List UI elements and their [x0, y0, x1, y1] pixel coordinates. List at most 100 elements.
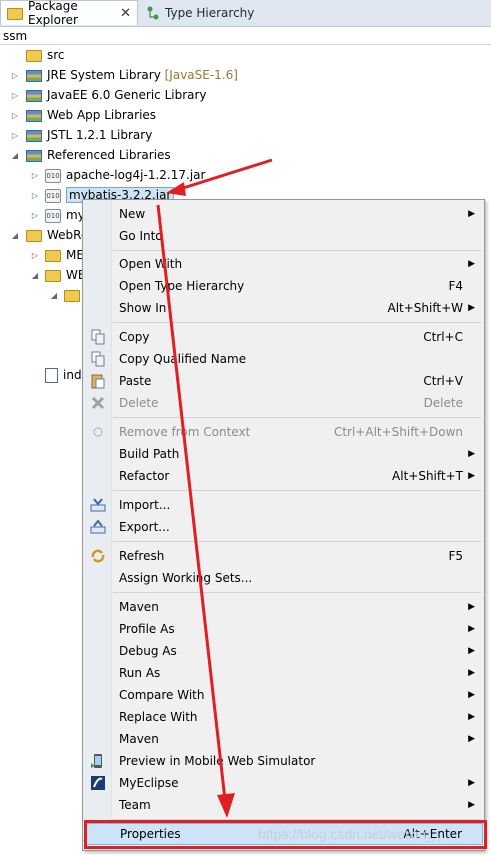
tab-package-explorer[interactable]: Package Explorer ✕: [0, 0, 138, 27]
submenu-arrow-icon: ▶: [468, 259, 475, 269]
menu-item-label: Preview in Mobile Web Simulator: [119, 754, 316, 768]
tree-item-src[interactable]: src: [26, 45, 65, 65]
menu-item-compare-with[interactable]: Compare With ▶: [84, 684, 483, 706]
view-tab-bar: Package Explorer ✕ Type Hierarchy: [0, 0, 491, 27]
expand-icon[interactable]: ▷: [30, 165, 40, 185]
library-icon: [26, 130, 42, 142]
tree-item-webapp[interactable]: Web App Libraries: [26, 105, 156, 125]
menu-item-refresh[interactable]: Refresh F5: [84, 545, 483, 567]
menu-item-label: Assign Working Sets...: [119, 571, 253, 585]
tree-item-webroot[interactable]: WebRo: [26, 225, 88, 245]
menu-item-export[interactable]: Export...: [84, 516, 483, 538]
menu-item-copy[interactable]: Copy Ctrl+C: [84, 326, 483, 348]
menu-item-build-path[interactable]: Build Path ▶: [84, 443, 483, 465]
menu-separator: [113, 490, 481, 491]
submenu-arrow-icon: ▶: [468, 449, 475, 459]
menu-item-paste[interactable]: Paste Ctrl+V: [84, 370, 483, 392]
menu-item-maven-2[interactable]: Maven ▶: [84, 728, 483, 750]
menu-item-delete[interactable]: Delete Delete: [84, 392, 483, 414]
submenu-arrow-icon: ▶: [468, 303, 475, 313]
collapse-icon[interactable]: ◢: [10, 225, 20, 245]
menu-item-label: Refresh: [119, 549, 165, 563]
collapse-icon[interactable]: ◢: [10, 145, 20, 165]
menu-separator: [113, 322, 481, 323]
tree-item-webinf[interactable]: WE: [45, 265, 85, 285]
tree-item-jstl[interactable]: JSTL 1.2.1 Library: [26, 125, 152, 145]
menu-item-open-with[interactable]: Open With ▶: [84, 253, 483, 275]
menu-item-open-type-hierarchy[interactable]: Open Type Hierarchy F4: [84, 275, 483, 297]
menu-item-shortcut: Delete: [423, 396, 463, 410]
menu-item-label: Show In: [119, 301, 167, 315]
menu-item-label: MyEclipse: [119, 776, 179, 790]
tree-item-metainf[interactable]: ME: [45, 245, 84, 265]
tree-item-label: Referenced Libraries: [47, 148, 171, 162]
context-menu: New ▶ Go Into Open With ▶ Open Type Hier…: [82, 199, 485, 851]
menu-item-go-into[interactable]: Go Into: [84, 225, 483, 247]
export-icon: [90, 519, 106, 534]
submenu-arrow-icon: ▶: [468, 712, 475, 722]
paste-icon: [91, 374, 105, 389]
tree-item-referenced-libraries[interactable]: Referenced Libraries: [26, 145, 171, 165]
copy-qualified-name-icon: [91, 351, 105, 367]
package-folder-icon: [26, 50, 42, 62]
menu-item-label: Delete: [119, 396, 159, 410]
tree-item-javaee[interactable]: JavaEE 6.0 Generic Library: [26, 85, 207, 105]
tree-item-label: JavaEE 6.0 Generic Library: [47, 88, 207, 102]
menu-item-label: Copy: [119, 330, 150, 344]
submenu-arrow-icon: ▶: [468, 734, 475, 744]
menu-item-team[interactable]: Team ▶: [84, 794, 483, 816]
menu-item-debug-as[interactable]: Debug As ▶: [84, 640, 483, 662]
expand-icon[interactable]: ▷: [10, 105, 20, 125]
menu-item-show-in[interactable]: Show In Alt+Shift+W ▶: [84, 297, 483, 319]
jar-icon: 010: [45, 208, 61, 223]
menu-item-replace-with[interactable]: Replace With ▶: [84, 706, 483, 728]
close-icon[interactable]: ✕: [120, 6, 131, 21]
expand-icon[interactable]: ▷: [10, 65, 20, 85]
menu-item-import[interactable]: Import...: [84, 494, 483, 516]
breadcrumb[interactable]: ssm: [3, 29, 27, 43]
submenu-arrow-icon: ▶: [468, 602, 475, 612]
menu-item-label: Remove from Context: [119, 425, 251, 439]
menu-item-copy-qualified-name[interactable]: Copy Qualified Name: [84, 348, 483, 370]
menu-item-label: Maven: [119, 600, 159, 614]
expand-icon[interactable]: ▷: [30, 205, 40, 225]
menu-separator: [113, 417, 481, 418]
expand-icon[interactable]: ▷: [10, 85, 20, 105]
menu-item-shortcut: Ctrl+V: [423, 374, 463, 388]
tree-item-partial[interactable]: 010 my: [45, 205, 85, 225]
menu-item-shortcut: Alt+Shift+T: [392, 469, 463, 483]
tab-type-hierarchy[interactable]: Type Hierarchy: [140, 0, 260, 25]
menu-item-maven[interactable]: Maven ▶: [84, 596, 483, 618]
menu-item-profile-as[interactable]: Profile As ▶: [84, 618, 483, 640]
menu-item-remove-from-context[interactable]: Remove from Context Ctrl+Alt+Shift+Down: [84, 421, 483, 443]
menu-item-run-as[interactable]: Run As ▶: [84, 662, 483, 684]
tree-item-log4j-jar[interactable]: 010 apache-log4j-1.2.17.jar: [45, 165, 205, 185]
library-icon: [26, 110, 42, 122]
expand-icon[interactable]: ▷: [30, 185, 40, 205]
library-icon: [26, 70, 42, 82]
tab-label: Package Explorer: [28, 0, 78, 27]
folder-icon: [45, 250, 61, 262]
menu-item-myeclipse[interactable]: MyEclipse ▶: [84, 772, 483, 794]
collapse-icon[interactable]: ◢: [49, 285, 59, 305]
menu-item-refactor[interactable]: Refactor Alt+Shift+T ▶: [84, 465, 483, 487]
expand-icon[interactable]: ▷: [10, 125, 20, 145]
menu-item-preview-mobile[interactable]: Preview in Mobile Web Simulator: [84, 750, 483, 772]
expand-icon[interactable]: ▷: [30, 245, 40, 265]
tree-item-jsp[interactable]: ind: [45, 365, 82, 385]
tab-label: Type Hierarchy: [165, 5, 255, 20]
jar-icon: 010: [45, 168, 61, 183]
menu-item-label: New: [119, 207, 146, 221]
type-hierarchy-icon: [147, 6, 159, 19]
menu-item-new[interactable]: New ▶: [84, 203, 483, 225]
menu-item-assign-working-sets[interactable]: Assign Working Sets...: [84, 567, 483, 589]
remove-from-context-icon: [93, 427, 103, 437]
menu-item-shortcut: F4: [448, 279, 463, 293]
tree-item-label: JRE System Library: [47, 68, 161, 82]
menu-item-label: Replace With: [119, 710, 198, 724]
collapse-icon[interactable]: ◢: [30, 265, 40, 285]
menu-separator: [113, 592, 481, 593]
tree-item-jre[interactable]: JRE System Library [JavaSE-1.6]: [26, 65, 238, 85]
submenu-arrow-icon: ▶: [468, 690, 475, 700]
mobile-phone-icon: [91, 754, 102, 768]
